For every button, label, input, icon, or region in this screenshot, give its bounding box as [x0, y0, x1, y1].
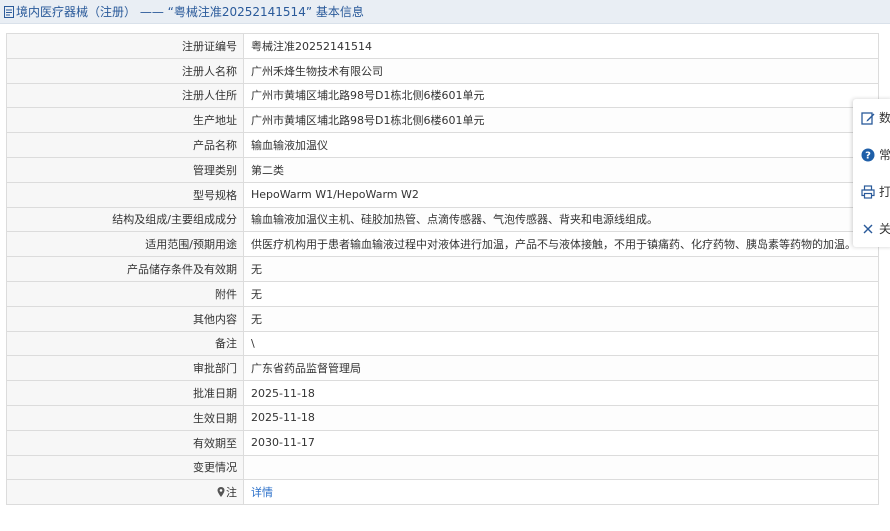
row-label: 注册人住所	[6, 82, 244, 109]
basic-info-table: 注册证编号 粤械注准20252141514 注册人名称 广州禾烽生物技术有限公司 注…	[6, 33, 879, 506]
table-row: 注册人名称 广州禾烽生物技术有限公司	[6, 57, 879, 84]
row-label: 批准日期	[6, 380, 244, 406]
row-label: 审批部门	[6, 355, 244, 382]
row-value: 广州市黄埔区埔北路98号D1栋北侧6楼601单元	[243, 107, 879, 134]
row-label-note: 注	[6, 479, 244, 506]
location-pin-icon	[217, 487, 225, 498]
row-label: 型号规格	[6, 181, 244, 208]
table-row: 适用范围/预期用途 供医疗机构用于患者输血输液过程中对液体进行加温，产品不与液体接…	[6, 231, 879, 258]
note-label-text: 注	[226, 486, 237, 500]
row-label: 备注	[6, 330, 244, 357]
row-value: 广州禾烽生物技术有限公司	[243, 57, 879, 84]
close-icon	[863, 224, 873, 233]
row-label: 注册证编号	[6, 33, 244, 59]
row-value: 无	[243, 280, 879, 307]
table-row: 其他内容无	[6, 305, 879, 332]
edit-icon	[861, 111, 875, 125]
side-toolbar-label: 数	[879, 111, 890, 125]
note-label: 注	[217, 484, 237, 500]
side-toolbar: 数 ? 常 打 关	[853, 99, 890, 247]
row-label: 适用范围/预期用途	[6, 231, 244, 258]
document-icon	[4, 5, 14, 18]
side-toolbar-label: 关	[879, 222, 890, 236]
side-toolbar-label: 常	[879, 148, 890, 162]
row-label: 有效期至	[6, 429, 244, 456]
row-value: \	[243, 330, 879, 357]
table-row: 生产地址 广州市黄埔区埔北路98号D1栋北侧6楼601单元	[6, 107, 879, 134]
row-label: 注册人名称	[6, 57, 244, 84]
row-value	[243, 454, 879, 481]
side-toolbar-item-close[interactable]: 关	[853, 210, 890, 247]
table-row: 生效日期 2025-11-18	[6, 404, 879, 431]
row-value: 粤械注准20252141514	[243, 33, 879, 59]
row-value: 输血输液加温仪	[243, 132, 879, 158]
side-toolbar-item-faq[interactable]: ? 常	[853, 136, 890, 173]
row-label: 变更情况	[6, 454, 244, 481]
row-value: 无	[243, 256, 879, 282]
table-row: 管理类别 第二类	[6, 156, 879, 183]
side-toolbar-item-print[interactable]: 打	[853, 173, 890, 210]
row-value: 广东省药品监督管理局	[243, 355, 879, 382]
row-value: 2025-11-18	[243, 380, 879, 406]
printer-icon	[861, 184, 875, 199]
row-label: 结构及组成/主要组成成分	[6, 206, 244, 233]
row-label: 管理类别	[6, 156, 244, 183]
row-label: 生效日期	[6, 404, 244, 431]
row-label: 产品储存条件及有效期	[6, 256, 244, 282]
row-value-note: 详情	[243, 479, 879, 506]
side-toolbar-item-data[interactable]: 数	[853, 99, 890, 136]
row-label: 其他内容	[6, 305, 244, 332]
row-value: 供医疗机构用于患者输血输液过程中对液体进行加温，产品不与液体接触，不用于镇痛药、…	[243, 231, 879, 258]
table-row: 审批部门 广东省药品监督管理局	[6, 355, 879, 382]
table-row-note: 注 详情	[6, 479, 879, 506]
row-label: 生产地址	[6, 107, 244, 134]
page-header: 境内医疗器械（注册） —— “粤械注准20252141514” 基本信息	[0, 0, 890, 24]
side-toolbar-label: 打	[879, 185, 890, 199]
row-value: 2030-11-17	[243, 429, 879, 456]
row-value: 广州市黄埔区埔北路98号D1栋北侧6楼601单元	[243, 82, 879, 109]
table-row: 批准日期 2025-11-18	[6, 380, 879, 406]
table-row: 有效期至 2030-11-17	[6, 429, 879, 456]
table-row: 产品储存条件及有效期无	[6, 256, 879, 282]
row-value: HepoWarm W1/HepoWarm W2	[243, 181, 879, 208]
page-title: 境内医疗器械（注册） —— “粤械注准20252141514” 基本信息	[16, 5, 364, 19]
row-label: 产品名称	[6, 132, 244, 158]
table-row: 产品名称 输血输液加温仪	[6, 132, 879, 158]
row-value: 2025-11-18	[243, 404, 879, 431]
question-icon: ?	[861, 148, 875, 161]
row-value: 输血输液加温仪主机、硅胶加热管、点滴传感器、气泡传感器、背夹和电源线组成。	[243, 206, 879, 233]
row-label: 附件	[6, 280, 244, 307]
table-row: 型号规格 HepoWarm W1/HepoWarm W2	[6, 181, 879, 208]
table-row: 备注 \	[6, 330, 879, 357]
row-value: 第二类	[243, 156, 879, 183]
table-row: 结构及组成/主要组成成分 输血输液加温仪主机、硅胶加热管、点滴传感器、气泡传感器、…	[6, 206, 879, 233]
row-value: 无	[243, 305, 879, 332]
table-row: 附件无	[6, 280, 879, 307]
table-row: 变更情况	[6, 454, 879, 481]
table-row: 注册人住所 广州市黄埔区埔北路98号D1栋北侧6楼601单元	[6, 82, 879, 109]
svg-text:?: ?	[865, 150, 871, 161]
table-row: 注册证编号 粤械注准20252141514	[6, 33, 879, 59]
details-link[interactable]: 详情	[251, 486, 273, 499]
